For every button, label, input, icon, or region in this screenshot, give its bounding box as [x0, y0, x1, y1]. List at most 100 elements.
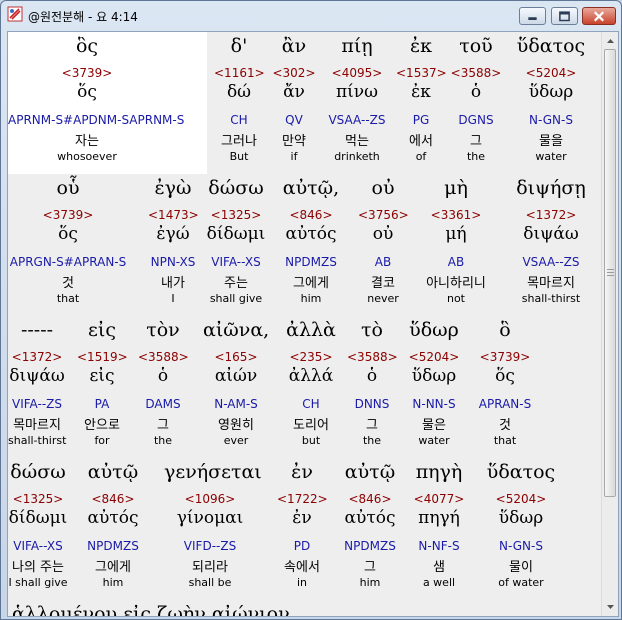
word-cell[interactable]: ἐν <1722> ἐν PD 속에서 in [277, 458, 328, 600]
korean-gloss: 그 [157, 418, 169, 433]
lemma: δίδωμι [206, 224, 266, 244]
word-cell[interactable]: πηγὴ <4077> πηγή N-NF-S 샘 a well [411, 458, 467, 600]
word-cell[interactable]: ὕδατος <5204> ὕδωρ N-GN-S 물이 of water [481, 458, 561, 600]
korean-gloss: 영원히 [218, 418, 254, 433]
word-cell[interactable]: διψήσῃ <1372> διψάω VSAA--ZS 목마르지 shall-thirs… [506, 174, 596, 316]
greek-word: ἐν [291, 461, 313, 483]
greek-word: δώσω [10, 461, 66, 483]
lemma: ὁ [366, 366, 378, 386]
lemma: πίνω [335, 82, 379, 102]
word-cell[interactable]: τοῦ <3588> ὁ DGNS 그 the [448, 32, 504, 174]
strongs-number: <5204> [408, 350, 460, 364]
word-cell[interactable]: ὕδωρ <5204> ὕδωρ N-NN-S 물은 water [404, 316, 464, 458]
greek-word: πίῃ [341, 35, 373, 57]
english-gloss: But [229, 150, 249, 163]
word-cell[interactable]: τὸ <3588> ὁ DNNS 그 the [347, 316, 398, 458]
word-cell[interactable]: αὐτῷ <846> αὐτός NPDMZS 그 him [339, 458, 401, 600]
strongs-number: <3739> [42, 208, 94, 222]
lemma: ἐν [292, 508, 312, 528]
vertical-scrollbar[interactable] [601, 32, 618, 616]
word-cell[interactable]: δώσω <1325> δίδωμι VIFA--XS 나의 주는 I shall giv… [8, 458, 68, 600]
korean-gloss: 되리라 [192, 560, 228, 575]
word-cell[interactable]: ἐγὼ <1473> ἐγώ NPN-XS 내가 I [148, 174, 199, 316]
word-cell[interactable]: ἂν <302> ἄν QV 만약 if [269, 32, 319, 174]
word-cell[interactable]: δώσω <1325> δίδωμι VIFA--XS 주는 shall give [204, 174, 268, 316]
word-cell[interactable]: εἰς <1519> εἰς PA 안으로 for [77, 316, 128, 458]
parsing-code: N-NF-S [418, 539, 460, 553]
korean-gloss: 그에게 [95, 560, 131, 575]
strongs-number: <3739> [61, 66, 113, 80]
lemma: εἰς [89, 366, 115, 386]
korean-gloss: 에서 [409, 134, 433, 149]
strongs-number: <3739> [479, 350, 531, 364]
english-gloss: of [415, 150, 427, 163]
korean-gloss: 나의 주는 [12, 560, 64, 575]
close-button[interactable] [582, 7, 616, 25]
maximize-button[interactable] [551, 7, 578, 25]
word-cell[interactable]: αὐτῷ, <846> αὐτός NPDMZS 그에게 him [279, 174, 343, 316]
word-cell[interactable]: ὕδατος <5204> ὕδωρ N-GN-S 물을 water [506, 32, 596, 174]
word-cell[interactable]: μὴ <3361> μή AB 아니하리니 not [424, 174, 488, 316]
strongs-number: <4077> [413, 492, 465, 506]
korean-gloss: 결코 [371, 276, 395, 291]
word-cell[interactable]: αὐτῷ <846> αὐτός NPDMZS 그에게 him [82, 458, 144, 600]
greek-word: αἰῶνα, [203, 319, 270, 341]
english-gloss: shall-thirst [521, 292, 581, 305]
strongs-number: <235> [289, 350, 333, 364]
parsing-code: NPDMZS [87, 539, 139, 553]
greek-word: οὐ [371, 177, 395, 199]
title-bar[interactable]: @원전분해 - 요 4:14 [1, 1, 621, 29]
greek-word: αὐτῷ [87, 461, 139, 483]
word-cell[interactable]: ἀλλὰ <235> ἀλλά CH 도리어 but [283, 316, 339, 458]
korean-gloss: 먹는 [345, 134, 369, 149]
greek-word: εἰς [88, 319, 116, 341]
greek-word: ----- [20, 319, 54, 341]
parsing-code: VSAA--ZS [522, 255, 580, 269]
word-cell[interactable]: ----- <1372> διψάω VIFA--ZS 목마르지 shall-thirst [8, 316, 66, 458]
english-gloss: that [493, 434, 517, 447]
parsing-code: CH [230, 113, 248, 127]
english-gloss: shall be [188, 576, 232, 589]
english-gloss: shall-thirst [8, 434, 67, 447]
scrollbar-thumb[interactable] [604, 49, 616, 497]
strongs-number: <846> [91, 492, 135, 506]
close-icon [593, 11, 605, 22]
maximize-icon [559, 11, 570, 22]
english-gloss: but [301, 434, 321, 447]
interlinear-view[interactable]: ὃς <3739> ὅς APRNM-S#APDNM-SAPRNM-S 자는 whosoe… [7, 31, 619, 617]
greek-word: ὕδατος [486, 461, 556, 483]
word-cell[interactable]: δ' <1161> δώ CH 그러나 But [214, 32, 265, 174]
greek-word: ὕδατος [516, 35, 586, 57]
word-cell[interactable]: αἰῶνα, <165> αἰών N-AM-S 영원히 ever [203, 316, 269, 458]
english-gloss: of water [498, 576, 544, 589]
korean-gloss: 속에서 [284, 560, 320, 575]
word-cell[interactable]: οὐ <3756> οὐ AB 결코 never [358, 174, 409, 316]
word-cell[interactable]: ὃς <3739> ὅς APRNM-S#APDNM-SAPRNM-S 자는 whosoe… [8, 32, 207, 174]
lemma: δίδωμι [8, 508, 68, 528]
word-cell[interactable]: ὃ <3739> ὅς APRAN-S 것 that [469, 316, 541, 458]
parsing-code: N-AM-S [214, 397, 258, 411]
parsing-code: AB [374, 255, 392, 269]
strongs-number: <1096> [184, 492, 236, 506]
scroll-up-arrow-icon[interactable] [603, 33, 618, 49]
korean-gloss: 물은 [422, 418, 446, 433]
korean-gloss: 것 [62, 276, 74, 291]
korean-gloss: 물을 [539, 134, 563, 149]
english-gloss: shall give [209, 292, 263, 305]
window-title: @원전분해 - 요 4:14 [28, 10, 138, 24]
word-cell[interactable]: πίῃ <4095> πίνω VSAA--ZS 먹는 drinketh [324, 32, 390, 174]
greek-word: ἀλλὰ [286, 319, 336, 341]
word-cell[interactable]: οὗ <3739> ὅς APRGN-S#APRAN-S 것 that [8, 174, 131, 316]
parsing-code: AB [447, 255, 465, 269]
minimize-button[interactable] [519, 7, 546, 25]
lemma: ὅς [77, 82, 97, 102]
word-cell[interactable]: τὸν <3588> ὁ DAMS 그 the [138, 316, 189, 458]
scroll-down-arrow-icon[interactable] [603, 599, 618, 615]
lemma: αὐτός [285, 224, 337, 244]
parsing-code: DAMS [145, 397, 181, 411]
word-cell[interactable]: γενήσεται <1096> γίνομαι VIFD--ZS 되리라 shall b… [164, 458, 262, 600]
strongs-number: <3588> [347, 350, 398, 364]
greek-word: γενήσεται [164, 461, 262, 483]
korean-gloss: 목마르지 [13, 418, 61, 433]
word-cell[interactable]: ἐκ <1537> ἐκ PG 에서 of [396, 32, 447, 174]
